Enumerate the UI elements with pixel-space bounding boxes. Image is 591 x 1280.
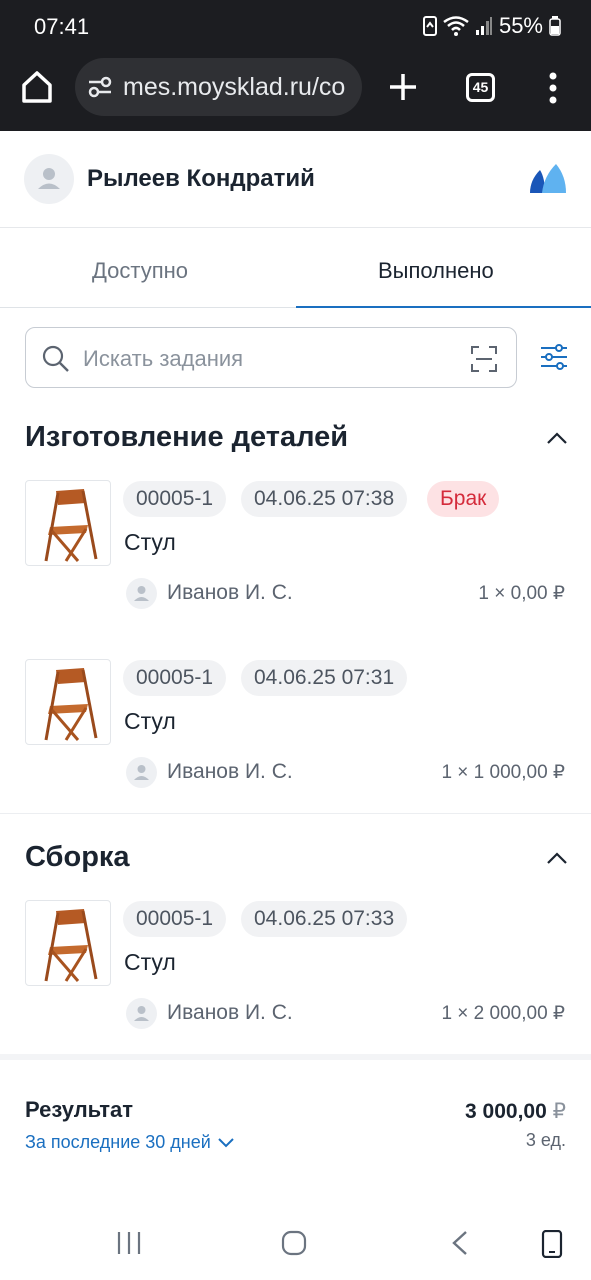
worker-avatar bbox=[126, 578, 157, 609]
search-input[interactable]: Искать задания bbox=[25, 327, 517, 388]
task-price: 1 × 2 000,00 ₽ bbox=[441, 1003, 565, 1024]
chair-image bbox=[44, 489, 98, 562]
chair-thumbnail bbox=[25, 900, 111, 986]
phone-rotate-icon[interactable] bbox=[541, 1230, 563, 1258]
status-time: 07:41 bbox=[34, 14, 90, 39]
home-icon[interactable] bbox=[18, 68, 56, 106]
system-nav-bar bbox=[0, 1204, 591, 1280]
worker-name: Иванов И. С. bbox=[167, 581, 293, 604]
task-date-chip: 04.06.25 07:33 bbox=[241, 901, 408, 937]
app-header: Рылеев Кондратий bbox=[0, 131, 591, 228]
section-title: Изготовление деталей bbox=[25, 421, 349, 453]
task-name: Стул bbox=[124, 949, 176, 975]
battery-level: 55% bbox=[498, 13, 543, 38]
chair-image bbox=[44, 668, 98, 741]
task-id-chip: 00005-1 bbox=[123, 901, 227, 937]
home-nav-icon[interactable] bbox=[281, 1230, 307, 1256]
tab-bar: Доступно Выполнено bbox=[0, 228, 591, 308]
chair-thumbnail bbox=[25, 659, 111, 745]
user-avatar[interactable] bbox=[24, 154, 74, 204]
tab-switcher-button[interactable]: 45 bbox=[466, 73, 495, 102]
result-quantity: 3 ед. bbox=[525, 1130, 566, 1150]
result-title: Результат bbox=[25, 1097, 134, 1122]
chevron-up-icon[interactable] bbox=[545, 430, 569, 446]
chair-image bbox=[44, 909, 98, 982]
site-settings-icon[interactable] bbox=[87, 75, 113, 99]
result-currency: ₽ bbox=[552, 1100, 566, 1123]
barcode-scan-icon[interactable] bbox=[471, 346, 497, 372]
task-card[interactable]: 00005-1 04.06.25 07:33 Стул Иванов И. С.… bbox=[0, 900, 591, 1040]
active-tab-indicator bbox=[296, 306, 591, 308]
result-separator bbox=[0, 1054, 591, 1060]
section-title: Сборка bbox=[25, 841, 130, 873]
user-icon bbox=[134, 1006, 149, 1021]
chair-thumbnail bbox=[25, 480, 111, 566]
task-name: Стул bbox=[124, 529, 176, 555]
task-card[interactable]: 00005-1 04.06.25 07:38 Брак Стул Иванов … bbox=[0, 480, 591, 620]
sync-icon bbox=[422, 16, 437, 36]
task-price: 1 × 1 000,00 ₽ bbox=[441, 762, 565, 783]
worker-avatar bbox=[126, 757, 157, 788]
task-id-chip: 00005-1 bbox=[123, 481, 227, 517]
task-card[interactable]: 00005-1 04.06.25 07:31 Стул Иванов И. С.… bbox=[0, 659, 591, 799]
user-icon bbox=[134, 586, 149, 601]
worker-avatar bbox=[126, 998, 157, 1029]
task-price: 1 × 0,00 ₽ bbox=[478, 583, 565, 604]
recent-apps-icon[interactable] bbox=[116, 1230, 142, 1256]
task-id-chip: 00005-1 bbox=[123, 660, 227, 696]
moysklad-logo-icon bbox=[530, 164, 566, 193]
task-date-chip: 04.06.25 07:31 bbox=[241, 660, 408, 696]
result-total: 3 000,00 ₽ bbox=[465, 1099, 566, 1124]
worker-name: Иванов И. С. bbox=[167, 1001, 293, 1024]
tab-available[interactable]: Доступно bbox=[92, 258, 188, 284]
tab-completed[interactable]: Выполнено bbox=[378, 258, 494, 284]
user-name: Рылеев Кондратий bbox=[87, 165, 315, 192]
browser-chrome: 07:41 55% mes.moysklad.ru/co 45 bbox=[0, 0, 591, 131]
chevron-down-icon[interactable] bbox=[217, 1137, 235, 1149]
url-text[interactable]: mes.moysklad.ru/co bbox=[123, 73, 345, 102]
user-icon bbox=[38, 168, 60, 189]
worker-name: Иванов И. С. bbox=[167, 760, 293, 783]
status-icons: 55% bbox=[422, 13, 561, 39]
defect-badge: Брак bbox=[427, 481, 500, 517]
task-name: Стул bbox=[124, 708, 176, 734]
filter-settings-icon[interactable] bbox=[540, 344, 568, 370]
more-menu-icon[interactable] bbox=[548, 72, 558, 104]
new-tab-icon[interactable] bbox=[386, 70, 420, 104]
back-icon[interactable] bbox=[450, 1230, 470, 1256]
battery-icon bbox=[549, 16, 561, 36]
section-divider bbox=[0, 813, 591, 814]
user-icon bbox=[134, 765, 149, 780]
result-sum-value: 3 000,00 bbox=[465, 1100, 547, 1123]
period-selector[interactable]: За последние 30 дней bbox=[25, 1132, 235, 1153]
period-label[interactable]: За последние 30 дней bbox=[25, 1132, 211, 1153]
search-icon bbox=[42, 345, 69, 372]
chevron-up-icon[interactable] bbox=[545, 850, 569, 866]
search-placeholder: Искать задания bbox=[83, 346, 244, 371]
wifi-icon bbox=[443, 16, 469, 36]
task-date-chip: 04.06.25 07:38 bbox=[241, 481, 408, 517]
address-bar[interactable]: mes.moysklad.ru/co bbox=[75, 58, 362, 116]
signal-icon bbox=[475, 17, 492, 35]
